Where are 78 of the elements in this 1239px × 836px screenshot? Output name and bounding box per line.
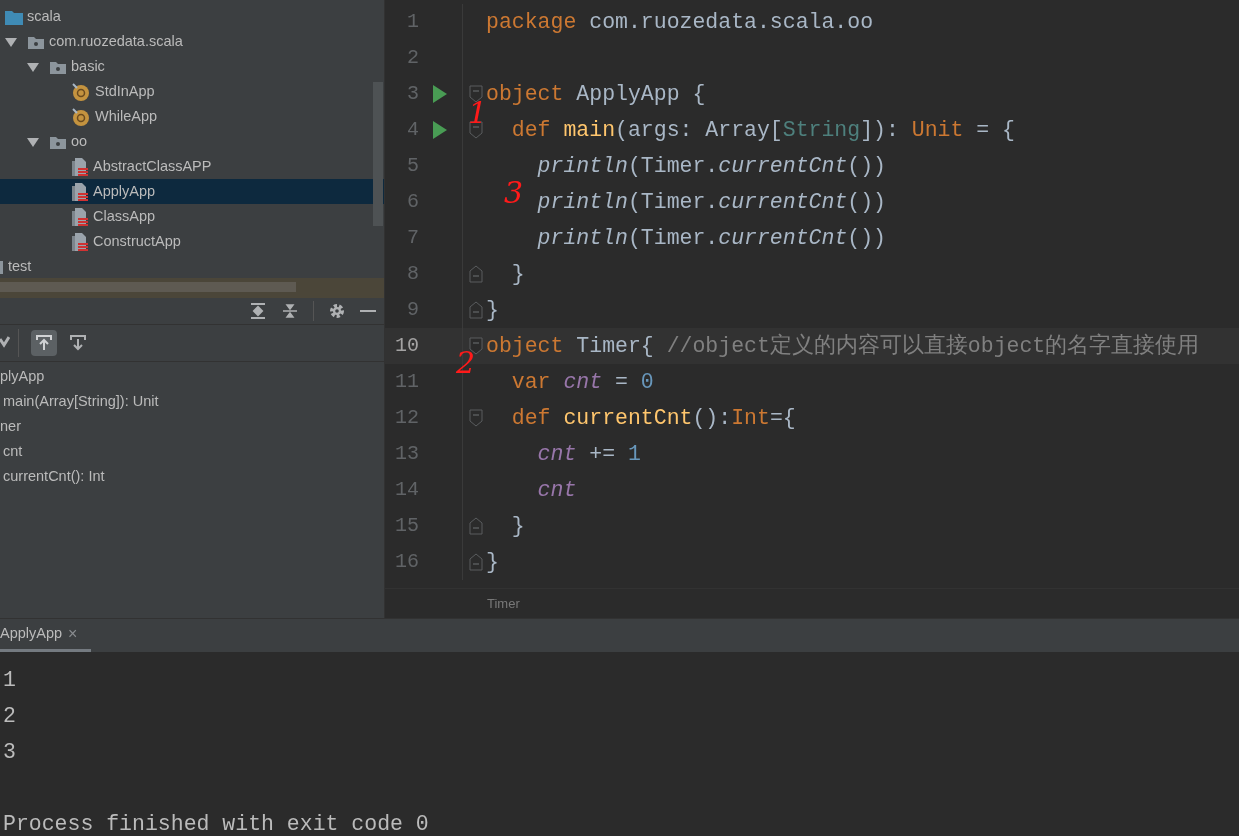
tree-item[interactable]: AbstractClassAPP bbox=[93, 155, 212, 178]
code-line: var cnt = 0 bbox=[511, 368, 654, 396]
code-line: object Timer{ //object定义的内容可以直接object的名字直接使用 bbox=[486, 332, 1200, 360]
fold-icon[interactable] bbox=[469, 85, 483, 103]
process-status: Process finished with exit code 0 bbox=[3, 810, 429, 836]
code-line: cnt bbox=[537, 476, 577, 504]
tree-item[interactable]: oo bbox=[71, 130, 88, 153]
line-number: 15 bbox=[394, 513, 419, 539]
arrow-down-icon bbox=[69, 334, 87, 352]
file-icon bbox=[71, 156, 89, 177]
tree-item[interactable]: test bbox=[8, 255, 32, 278]
line-number: 13 bbox=[394, 441, 419, 467]
line-number: 16 bbox=[394, 549, 419, 575]
file-icon bbox=[71, 181, 89, 202]
file-icon bbox=[71, 231, 89, 252]
tree-item[interactable]: WhileApp bbox=[95, 105, 158, 128]
code-line: } bbox=[511, 260, 525, 288]
tree-item[interactable]: ApplyApp bbox=[93, 180, 156, 203]
structure-item[interactable]: plyApp bbox=[0, 365, 45, 388]
structure-item[interactable]: main(Array[String]): Unit bbox=[3, 390, 159, 413]
line-number: 10 bbox=[394, 333, 419, 359]
settings-icon[interactable] bbox=[328, 302, 346, 320]
run-icon[interactable] bbox=[433, 85, 447, 103]
structure-item[interactable]: cnt bbox=[3, 440, 23, 463]
code-line: } bbox=[511, 512, 525, 540]
structure-item[interactable]: currentCnt(): Int bbox=[3, 465, 105, 488]
code-line: def currentCnt():Int={ bbox=[511, 404, 796, 432]
line-number: 12 bbox=[394, 405, 419, 431]
line-number: 6 bbox=[406, 189, 419, 215]
handwritten-mark: 2 bbox=[456, 348, 476, 378]
minimize-icon[interactable] bbox=[360, 309, 376, 313]
tree-item[interactable]: com.ruozedata.scala bbox=[49, 30, 183, 53]
handwritten-mark: 1 bbox=[468, 98, 488, 128]
tree-item[interactable]: ClassApp bbox=[93, 205, 156, 228]
line-number: 9 bbox=[406, 297, 419, 323]
object-icon bbox=[71, 81, 91, 102]
line-number: 5 bbox=[406, 153, 419, 179]
close-button[interactable]: × bbox=[68, 621, 78, 646]
tree-item[interactable]: basic bbox=[71, 55, 105, 78]
code-line: } bbox=[486, 296, 499, 324]
expand-all-icon[interactable] bbox=[249, 302, 267, 320]
tree-item[interactable]: StdInApp bbox=[95, 80, 155, 103]
code-line: println(Timer.currentCnt()) bbox=[537, 224, 886, 252]
code-line: cnt += 1 bbox=[537, 440, 641, 468]
tree-item[interactable]: ConstructApp bbox=[93, 230, 181, 253]
code-line: } bbox=[486, 548, 499, 576]
line-number: 3 bbox=[406, 81, 419, 107]
run-icon[interactable] bbox=[433, 121, 447, 139]
object-icon bbox=[71, 106, 91, 127]
console-output: 2 bbox=[3, 702, 16, 730]
console-output: 3 bbox=[3, 738, 16, 766]
fold-icon[interactable] bbox=[469, 121, 483, 139]
code-line: println(Timer.currentCnt()) bbox=[537, 152, 886, 180]
line-number: 1 bbox=[406, 9, 419, 35]
handwritten-mark: 3 bbox=[504, 178, 524, 208]
breadcrumb[interactable]: Timer bbox=[487, 593, 520, 614]
line-number: 11 bbox=[394, 369, 419, 395]
line-number: 2 bbox=[406, 45, 419, 71]
line-number: 4 bbox=[406, 117, 419, 143]
line-number: 7 bbox=[406, 225, 419, 251]
scrollbar-thumb[interactable] bbox=[373, 82, 383, 226]
structure-item[interactable]: ner bbox=[0, 415, 21, 438]
collapse-all-icon[interactable] bbox=[281, 302, 299, 320]
line-number: 8 bbox=[406, 261, 419, 287]
code-line: package com.ruozedata.scala.oo bbox=[486, 8, 874, 36]
expanded-arrow-icon[interactable] bbox=[27, 60, 39, 73]
arrow-up-icon bbox=[35, 334, 53, 352]
expanded-arrow-icon[interactable] bbox=[5, 35, 17, 48]
line-number: 14 bbox=[394, 477, 419, 503]
console-output: 1 bbox=[3, 666, 16, 694]
expanded-arrow-icon[interactable] bbox=[27, 135, 39, 148]
tree-item[interactable]: scala bbox=[27, 5, 61, 28]
file-icon bbox=[71, 206, 89, 227]
toolbar-button[interactable] bbox=[31, 330, 57, 356]
code-line: object ApplyApp { bbox=[486, 80, 706, 108]
scrollbar-thumb[interactable] bbox=[0, 282, 296, 292]
code-line: println(Timer.currentCnt()) bbox=[537, 188, 886, 216]
code-line: def main(args: Array[String]): Unit = { bbox=[511, 116, 1015, 144]
